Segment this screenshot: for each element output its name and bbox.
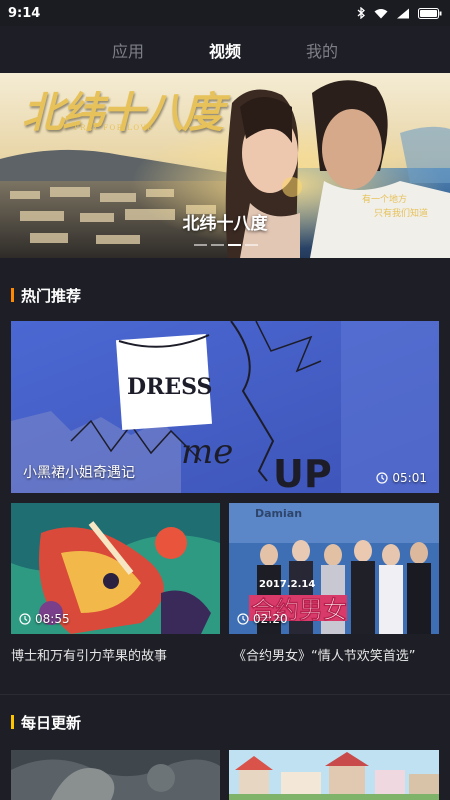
- video-caption[interactable]: 《合约男女》“情人节欢笑首选”: [233, 645, 415, 664]
- banner-subtitle-art: PRAY FOR LOVE: [74, 124, 154, 132]
- section-title: 热门推荐: [21, 286, 82, 305]
- top-tab-bar: 应用 视频 我的: [0, 26, 450, 73]
- featured-art-text-dress: DRESS: [127, 374, 212, 400]
- duration-label: 02:20: [253, 612, 288, 626]
- video-duration: 02:20: [237, 612, 288, 626]
- banner-dot[interactable]: [194, 244, 207, 246]
- duration-label: 05:01: [392, 471, 427, 485]
- poster-subtitle: 2017.2.14: [259, 579, 315, 590]
- section-divider: [0, 694, 450, 695]
- signal-icon: [397, 8, 409, 18]
- featured-video-title: 小黑裙小姐奇遇记: [23, 465, 135, 481]
- banner-tagline-line1: 有一个地方: [362, 195, 408, 205]
- section-header-daily: 每日更新: [0, 702, 450, 742]
- video-card[interactable]: [11, 750, 220, 800]
- status-time: 9:14: [8, 5, 41, 21]
- featured-art-text-me: me: [181, 432, 233, 472]
- video-thumbnail: [11, 750, 220, 800]
- section-header-hot: 热门推荐: [0, 275, 450, 315]
- featured-art-text-up: UP: [273, 452, 332, 493]
- video-duration: 08:55: [19, 612, 70, 626]
- banner-dot-active[interactable]: [228, 244, 241, 246]
- section-title: 每日更新: [21, 713, 82, 732]
- banner-caption: 北纬十八度: [182, 214, 268, 234]
- video-thumbnail: [229, 750, 439, 800]
- banner-dot[interactable]: [245, 244, 258, 246]
- poster-top-text: Damian: [255, 507, 302, 520]
- battery-icon: [418, 7, 442, 19]
- banner-page-indicator: [194, 244, 258, 246]
- duration-label: 08:55: [35, 612, 70, 626]
- video-caption[interactable]: 博士和万有引力苹果的故事: [11, 645, 167, 664]
- banner-carousel[interactable]: 北纬十八度 PRAY FOR LOVE 有一个地方 只有我们知道 北纬十八度: [0, 73, 450, 258]
- video-card[interactable]: Damian 2017.2.14 合约男女 02:20: [229, 503, 439, 634]
- section-accent-bar: [11, 715, 14, 729]
- section-accent-bar: [11, 288, 14, 302]
- status-bar: 9:14: [0, 0, 450, 26]
- featured-video-duration: 05:01: [376, 471, 427, 485]
- featured-video-card[interactable]: DRESS me UP 小黑裙小姐奇遇记 05:01: [11, 321, 439, 493]
- video-card[interactable]: 08:55: [11, 503, 220, 634]
- tab-videos[interactable]: 视频: [177, 38, 274, 62]
- tab-mine[interactable]: 我的: [274, 38, 371, 62]
- tab-apps[interactable]: 应用: [80, 38, 177, 62]
- clock-icon: [376, 472, 389, 484]
- bluetooth-icon: [357, 7, 365, 19]
- clock-icon: [237, 613, 249, 625]
- banner-dot[interactable]: [211, 244, 224, 246]
- clock-icon: [19, 613, 31, 625]
- status-icons: [357, 7, 442, 19]
- wifi-icon: [374, 8, 388, 18]
- video-card[interactable]: [229, 750, 439, 800]
